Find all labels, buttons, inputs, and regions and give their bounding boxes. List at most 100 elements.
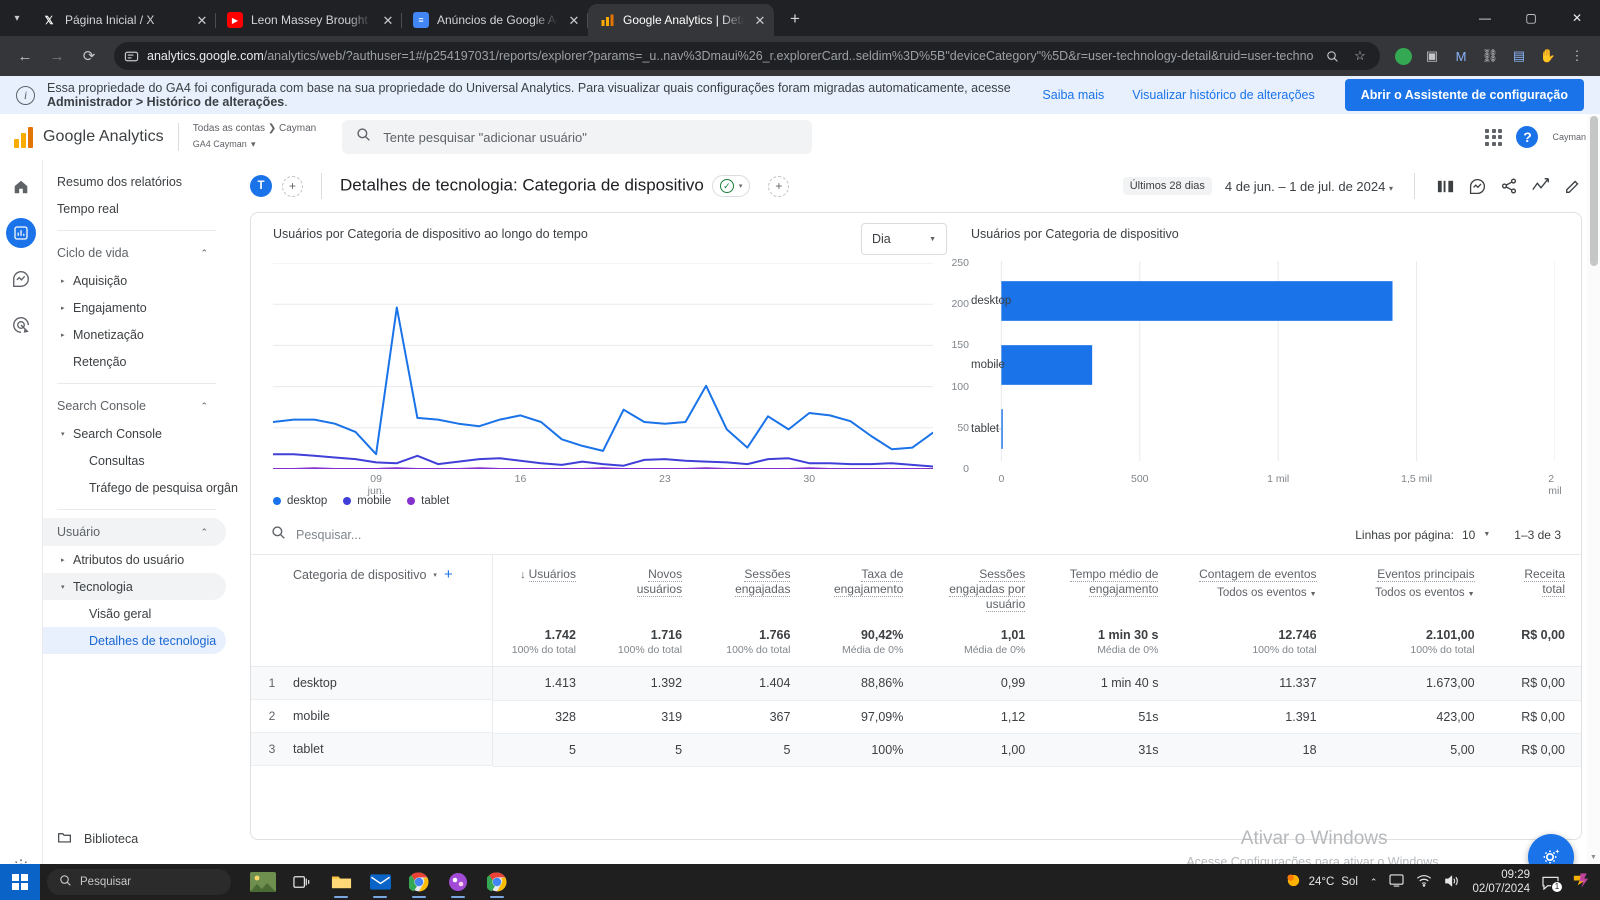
table-row[interactable]: 2 mobile 328 319 367 97,09% 1,12 51s 1.391 423,00… [251,700,1581,734]
sidebar-item-acquisition[interactable]: ▸ Aquisição [43,267,226,294]
banner-learn-more-link[interactable]: Saiba mais [1042,88,1104,102]
sidebar-item-monetization[interactable]: ▸ Monetização [43,321,226,348]
wifi-icon[interactable] [1416,874,1432,890]
column-header-engagement-rate[interactable]: Taxa de engajamento [806,555,919,622]
column-header-total-revenue[interactable]: Receita total [1491,555,1581,622]
chevron-down-icon[interactable]: ▾ [433,571,437,579]
extensions-puzzle-icon[interactable]: ⛓ [1477,43,1503,69]
close-icon[interactable]: ✕ [752,12,768,28]
column-header-event-count[interactable]: Contagem de eventos Todos os eventos ▼ [1174,555,1332,622]
add-comparison-button[interactable]: + [282,175,303,197]
home-icon[interactable] [6,172,36,202]
browser-tab-1[interactable]: 𝕏 Página Inicial / X ✕ [30,4,216,36]
granularity-select[interactable]: Dia ▼ [861,223,947,255]
sort-arrow-icon[interactable]: ↓ [520,569,526,581]
browser-tab-3[interactable]: ≡ Anúncios de Google Ads para C ✕ [402,4,588,36]
notifications-button[interactable]: 1 [1542,875,1563,893]
banner-history-link[interactable]: Visualizar histórico de alterações [1132,88,1315,102]
maximize-button[interactable]: ▢ [1508,2,1554,34]
chevron-right-icon[interactable]: ▸ [61,556,65,564]
edit-icon[interactable] [1564,177,1582,195]
legend-item-tablet[interactable]: tablet [407,495,449,507]
scrollbar-thumb[interactable] [1589,116,1598,266]
date-range-picker[interactable]: 4 de jun. – 1 de jul. de 2024 ▾ [1225,179,1393,194]
chevron-right-icon[interactable]: ▸ [61,304,65,312]
sidebar-item-user-attributes[interactable]: ▸ Atributos do usuário [43,546,226,573]
table-row[interactable]: 1 desktop 1.413 1.392 1.404 88,86% 0,99 1 min 4… [251,666,1581,701]
chevron-down-icon[interactable]: ▾ [739,182,743,190]
chevron-down-icon[interactable]: ▼ [1468,591,1475,598]
sidepanel-icon[interactable]: ▤ [1506,43,1532,69]
column-subselect[interactable]: Todos os eventos ▼ [1341,586,1475,600]
taskbar-file-explorer[interactable] [323,865,359,899]
chevron-right-icon[interactable]: ▸ [61,331,65,339]
dimension-selector[interactable]: Categoria de dispositivo ▾ + [293,567,492,582]
new-tab-button[interactable]: + [781,5,809,33]
taskbar-chrome[interactable] [401,865,437,899]
ga-search-input[interactable]: Tente pesquisar "adicionar usuário" [342,120,813,154]
close-icon[interactable]: ✕ [380,12,396,28]
sidebar-item-organic-search-traffic[interactable]: Tráfego de pesquisa orgân... [43,474,248,501]
taskbar-app-landscape[interactable] [245,865,281,899]
add-segment-button[interactable]: + [768,175,790,197]
close-icon[interactable]: ✕ [194,12,210,28]
legend-item-desktop[interactable]: desktop [273,495,327,507]
compare-icon[interactable] [1436,177,1455,196]
sidebar-item-reports-snapshot[interactable]: Resumo dos relatórios [43,168,226,195]
sidebar-item-tech-details[interactable]: Detalhes de tecnologia [43,627,226,654]
weather-widget[interactable]: 24°C Sol [1285,872,1358,892]
copilot-taskbar-icon[interactable] [1571,871,1590,893]
column-header-engaged-sessions[interactable]: Sessões engajadas [698,555,806,622]
chrome-menu-icon[interactable]: ⋮ [1564,43,1590,69]
chevron-down-icon[interactable]: ▼ [1483,531,1490,538]
chevron-down-icon[interactable]: ▾ [1389,184,1393,193]
scroll-down-icon[interactable]: ▼ [1587,850,1600,864]
search-icon[interactable] [1322,46,1342,66]
add-dimension-button[interactable]: + [444,567,453,582]
site-settings-icon[interactable] [124,49,139,64]
grid-apps-icon[interactable] [1485,128,1503,146]
share-icon[interactable] [1500,177,1518,195]
forward-icon[interactable]: → [42,41,72,71]
data-status-chip[interactable]: ✓ ▾ [711,175,751,197]
chevron-right-icon[interactable]: ▸ [61,277,65,285]
browser-tab-2[interactable]: ▶ Leon Massey Brought a Bear | T ✕ [216,4,402,36]
wallet-icon[interactable]: M [1448,43,1474,69]
address-bar[interactable]: analytics.google.com/analytics/web/?auth… [114,42,1380,70]
volume-icon[interactable] [1444,874,1460,891]
sidebar-item-engagement[interactable]: ▸ Engajamento [43,294,226,321]
taskbar-search-input[interactable]: Pesquisar [47,869,231,895]
chevron-down-icon[interactable]: ▼ [929,236,936,243]
open-setup-assistant-button[interactable]: Abrir o Assistente de configuração [1344,79,1584,111]
help-icon[interactable]: ? [1516,126,1539,148]
table-row[interactable]: 3 tablet 5 5 5 100% 1,00 31s 18 5,00 R$ 0,00 [251,733,1581,767]
insights-icon[interactable] [1468,177,1487,196]
avatar[interactable]: Cayman [1552,132,1586,142]
rows-per-page-select[interactable]: Linhas por página: 10 ▼ [1355,528,1490,542]
tray-overflow-chevron-icon[interactable]: ⌃ [1370,877,1378,888]
wave-hand-icon[interactable]: ✋ [1535,43,1561,69]
back-icon[interactable]: ← [10,41,40,71]
explore-icon[interactable] [6,264,36,294]
sidebar-item-search-console[interactable]: ▾ Search Console [43,420,226,447]
onedrive-icon[interactable] [1389,874,1404,890]
chevron-up-icon[interactable]: ⌃ [200,248,208,259]
reports-icon[interactable] [6,218,36,248]
close-window-button[interactable]: ✕ [1554,2,1600,34]
taskbar-task-view[interactable] [284,865,320,899]
sidebar-item-retention[interactable]: Retenção [43,348,226,375]
sidebar-item-technology[interactable]: ▾ Tecnologia [43,573,226,600]
sidebar-group-lifecycle[interactable]: Ciclo de vida ⌃ [43,239,226,267]
advertising-icon[interactable] [6,310,36,340]
column-header-avg-engagement-time[interactable]: Tempo médio de engajamento [1041,555,1174,622]
sidebar-item-overview[interactable]: Visão geral [43,600,226,627]
column-header-engaged-sessions-per-user[interactable]: Sessões engajadas por usuário [919,555,1041,622]
star-icon[interactable]: ☆ [1350,46,1370,66]
start-button[interactable] [0,864,40,900]
chevron-up-icon[interactable]: ⌃ [200,401,208,412]
column-header-users[interactable]: ↓ Usuários [493,555,592,622]
property-selector[interactable]: Todas as contas ❯ Cayman GA4 Cayman ▾ [193,123,316,152]
column-subselect[interactable]: Todos os eventos ▼ [1182,586,1316,600]
table-search-input[interactable]: Pesquisar... [296,528,361,542]
legend-item-mobile[interactable]: mobile [343,495,391,507]
